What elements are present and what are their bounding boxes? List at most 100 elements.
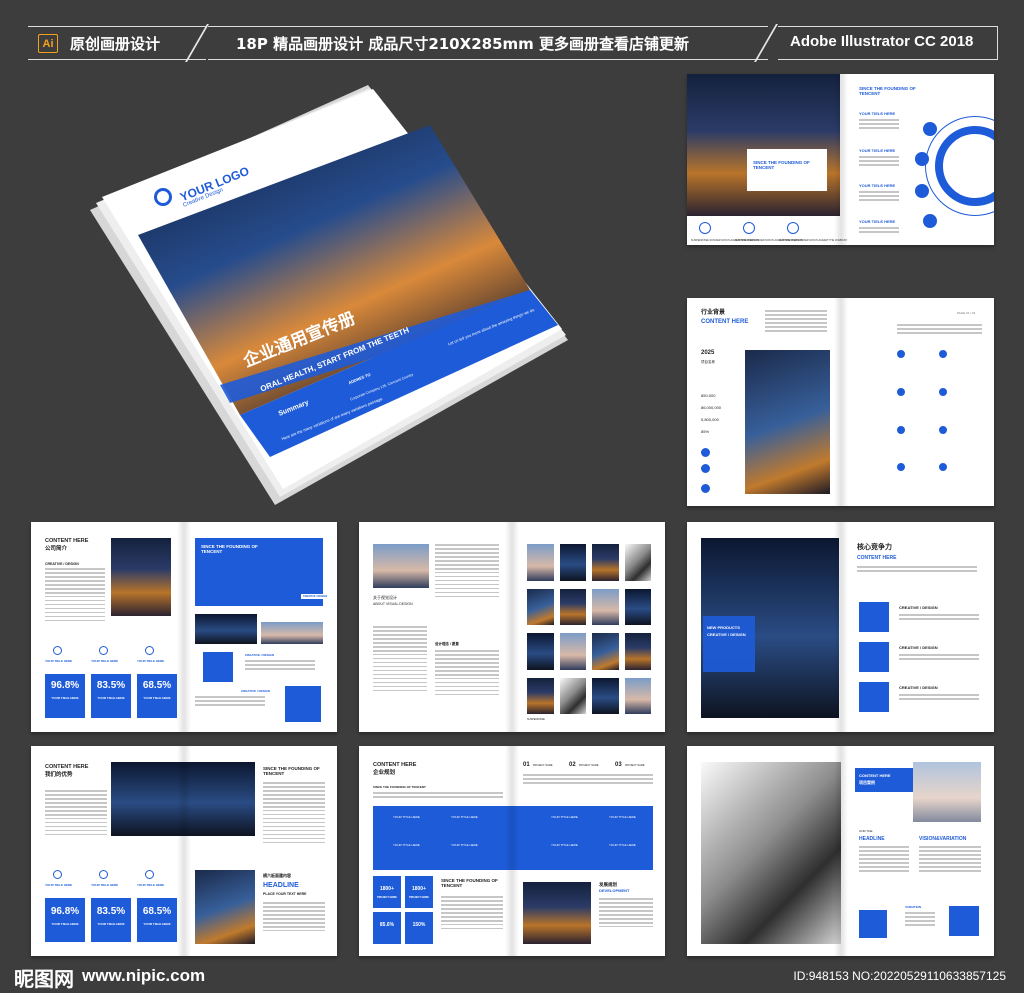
spread7-dev-cn: 发展规划 [599,882,617,887]
spread-gutter [833,74,848,245]
text-lines [441,896,503,932]
spread3-creative2: CREATIVE / DESIGN [245,653,274,657]
spread5-box-sub: CREATIVE / DESIGN [707,632,746,637]
stat-box [45,898,85,942]
grid-photo [592,588,619,625]
spread7-step: 01 [523,762,530,768]
text-lines [857,566,977,574]
icon-circle [897,350,905,358]
icon-circle [53,646,62,655]
icon-circle [53,870,62,879]
icon-circle [145,870,154,879]
spread4-title-cn: 关于视觉设计 [373,595,397,600]
text-lines [899,654,979,662]
text-lines [859,227,899,235]
skyline-photo [261,622,323,644]
icon-circle [699,222,711,234]
icon-circle [99,870,108,879]
grid-photo [559,633,586,670]
spread2-title-cn: 行业背景 [701,310,726,316]
spread7-step-label: PROJECT NAME [625,764,645,767]
text-lines [765,310,827,334]
spread7-sub: SINCE THE FOUNDING OF TENCENT [373,785,426,789]
cover-booklet-svg [90,85,568,505]
spread3-item-label: YOUR TIELE HERE [137,659,165,663]
photo-grid [527,544,651,714]
spread7-dev-en: DEVELOPMENT [599,888,630,893]
stat-value: 96.8% [50,906,80,917]
spread7-since-title: SINCE THE FOUNDING OF TENCENT [441,878,498,889]
spread-7: CONTENT HERE 企业规划 SINCE THE FOUNDING OF … [359,746,665,956]
spread-gutter [833,746,848,956]
spread-gutter [505,522,519,732]
spread1-since-title: SINCE THE FOUNDING OF TENCENT [753,160,810,171]
stat-box [137,898,177,942]
num-label: PROJECT NAME [409,896,429,899]
spread5-item: CREATIVE / DESIGN [899,605,938,610]
icon-circle [701,484,710,493]
grid-photo [527,677,554,714]
spread7-tile-label: YOUR TITLE HERE [551,843,578,847]
spread2-stat: 5,800,000 [701,417,719,422]
spread3-since-title: SINCE THE FOUNDING OF TENCENT [201,544,258,555]
stat-value: 68.5% [142,680,172,691]
icon-circle [787,222,799,234]
spread8-headline: HEADLINE [859,836,885,842]
icon-circle [915,184,929,198]
nipic-logo: 昵图网 [14,967,74,991]
text-lines [897,324,982,336]
spread7-tile-label: YOUR TITLE HERE [451,843,478,847]
people-icon-box [859,910,887,938]
spread2-title-en: CONTENT HERE [701,319,749,325]
icon-circle [897,426,905,434]
architecture-photo [701,762,841,944]
grid-photo [592,633,619,670]
image-id: ID:948153 NO:20220529110633857125 [793,969,1006,983]
spread6-item-label: YOUR TIELE HERE [91,883,119,887]
spread4-title-en: ABOUT VISUAL DESIGN [373,602,413,606]
spread2-stat: 850,000 [701,393,716,398]
spread7-tile-label: YOUR TITLE HERE [393,843,420,847]
grid-photo [559,677,586,714]
spread-1: SINCE THE FOUNDING OF TENCENT SUSPENDISS… [687,74,994,245]
text-lines [899,614,979,622]
text-lines [195,696,265,708]
spread-gutter [177,522,191,732]
item-icon-box [859,642,889,672]
spread6-title: CONTENT HERE [45,764,89,770]
spread5-title-cn: 核心竞争力 [857,544,892,551]
spread7-step: 03 [615,762,622,768]
target-icon [203,652,233,682]
grid-photo [624,677,651,714]
grid-photo [592,677,619,714]
stat-value: 96.8% [50,680,80,691]
spread7-tile-label: YOUR TITLE HERE [393,815,420,819]
spread2-year-label: 项目名称 [701,360,715,364]
num-value: 150% [412,922,426,928]
spread-gutter [177,746,191,956]
num-value: 85.6% [379,922,395,928]
header-left-label: 原创画册设计 [70,35,161,53]
text-lines [435,544,499,600]
icon-circle [939,426,947,434]
spread7-tile-label: YOUR TITLE HERE [551,815,578,819]
icon-circle [99,646,108,655]
spread2-page-label: PAGE 01 / 03 [957,311,976,315]
city-photo [373,544,429,588]
text-lines [523,774,653,786]
spread-gutter [833,522,848,732]
spread-3: CONTENT HERE 公司简介 CREATIVE / DESIGN YOUR… [31,522,337,732]
item-icon-box [859,682,889,712]
spread7-tile-label: YOUR TITLE HERE [609,815,636,819]
icon-circle [939,463,947,471]
text-lines [373,792,503,800]
num-label: PROJECT NAME [377,896,397,899]
stat-label: YOUR TIELE HERE [97,922,125,926]
icon-circle [923,122,937,136]
city-photo [687,74,840,216]
spread6-since-title: SINCE THE FOUNDING OF TENCENT [263,766,320,777]
text-lines [859,191,899,203]
spread3-item-label: YOUR TIELE HERE [91,659,119,663]
text-lines [919,846,981,874]
spread1-item: YOUR TIELE HERE [859,219,896,224]
